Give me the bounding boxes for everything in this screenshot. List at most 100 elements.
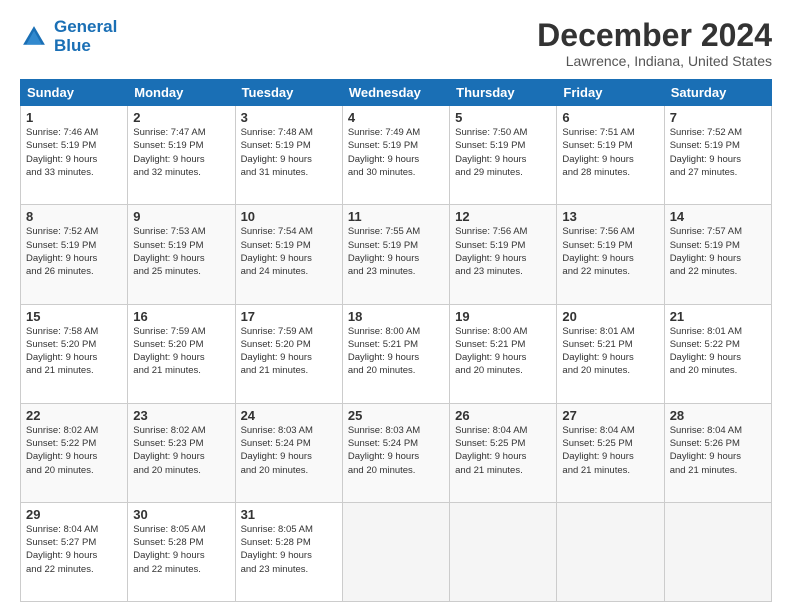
calendar-cell: 19Sunrise: 8:00 AM Sunset: 5:21 PM Dayli… <box>450 304 557 403</box>
day-number: 13 <box>562 209 658 224</box>
day-number: 15 <box>26 309 122 324</box>
day-number: 6 <box>562 110 658 125</box>
day-info: Sunrise: 7:53 AM Sunset: 5:19 PM Dayligh… <box>133 225 229 278</box>
calendar-cell: 22Sunrise: 8:02 AM Sunset: 5:22 PM Dayli… <box>21 403 128 502</box>
day-number: 4 <box>348 110 444 125</box>
day-number: 1 <box>26 110 122 125</box>
day-info: Sunrise: 8:04 AM Sunset: 5:27 PM Dayligh… <box>26 523 122 576</box>
day-info: Sunrise: 8:01 AM Sunset: 5:21 PM Dayligh… <box>562 325 658 378</box>
calendar-cell: 27Sunrise: 8:04 AM Sunset: 5:25 PM Dayli… <box>557 403 664 502</box>
calendar-cell: 6Sunrise: 7:51 AM Sunset: 5:19 PM Daylig… <box>557 106 664 205</box>
day-number: 26 <box>455 408 551 423</box>
day-info: Sunrise: 8:04 AM Sunset: 5:26 PM Dayligh… <box>670 424 766 477</box>
header: General Blue December 2024 Lawrence, Ind… <box>20 18 772 69</box>
title-block: December 2024 Lawrence, Indiana, United … <box>537 18 772 69</box>
day-info: Sunrise: 7:46 AM Sunset: 5:19 PM Dayligh… <box>26 126 122 179</box>
day-info: Sunrise: 7:58 AM Sunset: 5:20 PM Dayligh… <box>26 325 122 378</box>
calendar-table: SundayMondayTuesdayWednesdayThursdayFrid… <box>20 79 772 602</box>
calendar-cell <box>557 502 664 601</box>
day-info: Sunrise: 7:56 AM Sunset: 5:19 PM Dayligh… <box>455 225 551 278</box>
day-info: Sunrise: 7:59 AM Sunset: 5:20 PM Dayligh… <box>133 325 229 378</box>
calendar-cell: 2Sunrise: 7:47 AM Sunset: 5:19 PM Daylig… <box>128 106 235 205</box>
day-number: 18 <box>348 309 444 324</box>
calendar-cell: 31Sunrise: 8:05 AM Sunset: 5:28 PM Dayli… <box>235 502 342 601</box>
calendar-cell: 28Sunrise: 8:04 AM Sunset: 5:26 PM Dayli… <box>664 403 771 502</box>
calendar-header-cell: Sunday <box>21 80 128 106</box>
day-info: Sunrise: 7:49 AM Sunset: 5:19 PM Dayligh… <box>348 126 444 179</box>
day-number: 19 <box>455 309 551 324</box>
calendar-cell: 21Sunrise: 8:01 AM Sunset: 5:22 PM Dayli… <box>664 304 771 403</box>
logo: General Blue <box>20 18 117 55</box>
calendar-cell: 30Sunrise: 8:05 AM Sunset: 5:28 PM Dayli… <box>128 502 235 601</box>
day-number: 31 <box>241 507 337 522</box>
day-number: 14 <box>670 209 766 224</box>
calendar-cell: 26Sunrise: 8:04 AM Sunset: 5:25 PM Dayli… <box>450 403 557 502</box>
calendar-cell: 1Sunrise: 7:46 AM Sunset: 5:19 PM Daylig… <box>21 106 128 205</box>
calendar-header-cell: Thursday <box>450 80 557 106</box>
calendar-cell: 14Sunrise: 7:57 AM Sunset: 5:19 PM Dayli… <box>664 205 771 304</box>
day-info: Sunrise: 8:03 AM Sunset: 5:24 PM Dayligh… <box>348 424 444 477</box>
day-number: 5 <box>455 110 551 125</box>
calendar-row: 22Sunrise: 8:02 AM Sunset: 5:22 PM Dayli… <box>21 403 772 502</box>
calendar-cell: 29Sunrise: 8:04 AM Sunset: 5:27 PM Dayli… <box>21 502 128 601</box>
calendar-header-cell: Wednesday <box>342 80 449 106</box>
calendar-cell: 7Sunrise: 7:52 AM Sunset: 5:19 PM Daylig… <box>664 106 771 205</box>
calendar-body: 1Sunrise: 7:46 AM Sunset: 5:19 PM Daylig… <box>21 106 772 602</box>
day-info: Sunrise: 8:01 AM Sunset: 5:22 PM Dayligh… <box>670 325 766 378</box>
day-info: Sunrise: 8:00 AM Sunset: 5:21 PM Dayligh… <box>348 325 444 378</box>
day-number: 9 <box>133 209 229 224</box>
calendar-cell <box>342 502 449 601</box>
day-info: Sunrise: 7:59 AM Sunset: 5:20 PM Dayligh… <box>241 325 337 378</box>
day-number: 28 <box>670 408 766 423</box>
day-number: 24 <box>241 408 337 423</box>
calendar-row: 8Sunrise: 7:52 AM Sunset: 5:19 PM Daylig… <box>21 205 772 304</box>
day-info: Sunrise: 7:56 AM Sunset: 5:19 PM Dayligh… <box>562 225 658 278</box>
calendar-cell: 24Sunrise: 8:03 AM Sunset: 5:24 PM Dayli… <box>235 403 342 502</box>
logo-text: General Blue <box>54 18 117 55</box>
calendar-cell: 23Sunrise: 8:02 AM Sunset: 5:23 PM Dayli… <box>128 403 235 502</box>
calendar-cell: 3Sunrise: 7:48 AM Sunset: 5:19 PM Daylig… <box>235 106 342 205</box>
calendar-row: 1Sunrise: 7:46 AM Sunset: 5:19 PM Daylig… <box>21 106 772 205</box>
page: General Blue December 2024 Lawrence, Ind… <box>0 0 792 612</box>
calendar-header-cell: Friday <box>557 80 664 106</box>
main-title: December 2024 <box>537 18 772 53</box>
calendar-cell: 25Sunrise: 8:03 AM Sunset: 5:24 PM Dayli… <box>342 403 449 502</box>
logo-line1: General <box>54 17 117 36</box>
calendar-cell: 10Sunrise: 7:54 AM Sunset: 5:19 PM Dayli… <box>235 205 342 304</box>
calendar-cell: 20Sunrise: 8:01 AM Sunset: 5:21 PM Dayli… <box>557 304 664 403</box>
calendar-cell: 5Sunrise: 7:50 AM Sunset: 5:19 PM Daylig… <box>450 106 557 205</box>
calendar-header-cell: Tuesday <box>235 80 342 106</box>
calendar-cell: 17Sunrise: 7:59 AM Sunset: 5:20 PM Dayli… <box>235 304 342 403</box>
day-info: Sunrise: 7:55 AM Sunset: 5:19 PM Dayligh… <box>348 225 444 278</box>
day-number: 11 <box>348 209 444 224</box>
day-number: 2 <box>133 110 229 125</box>
calendar-cell: 9Sunrise: 7:53 AM Sunset: 5:19 PM Daylig… <box>128 205 235 304</box>
day-info: Sunrise: 7:54 AM Sunset: 5:19 PM Dayligh… <box>241 225 337 278</box>
calendar-cell: 11Sunrise: 7:55 AM Sunset: 5:19 PM Dayli… <box>342 205 449 304</box>
day-info: Sunrise: 7:57 AM Sunset: 5:19 PM Dayligh… <box>670 225 766 278</box>
calendar-header-cell: Monday <box>128 80 235 106</box>
day-number: 10 <box>241 209 337 224</box>
day-info: Sunrise: 7:47 AM Sunset: 5:19 PM Dayligh… <box>133 126 229 179</box>
calendar-cell <box>450 502 557 601</box>
day-info: Sunrise: 7:52 AM Sunset: 5:19 PM Dayligh… <box>26 225 122 278</box>
day-number: 3 <box>241 110 337 125</box>
day-number: 30 <box>133 507 229 522</box>
subtitle: Lawrence, Indiana, United States <box>537 53 772 69</box>
day-number: 20 <box>562 309 658 324</box>
day-number: 8 <box>26 209 122 224</box>
calendar-cell: 15Sunrise: 7:58 AM Sunset: 5:20 PM Dayli… <box>21 304 128 403</box>
day-info: Sunrise: 8:05 AM Sunset: 5:28 PM Dayligh… <box>241 523 337 576</box>
day-info: Sunrise: 8:03 AM Sunset: 5:24 PM Dayligh… <box>241 424 337 477</box>
calendar-cell <box>664 502 771 601</box>
calendar-cell: 16Sunrise: 7:59 AM Sunset: 5:20 PM Dayli… <box>128 304 235 403</box>
day-number: 23 <box>133 408 229 423</box>
day-info: Sunrise: 8:05 AM Sunset: 5:28 PM Dayligh… <box>133 523 229 576</box>
day-info: Sunrise: 7:51 AM Sunset: 5:19 PM Dayligh… <box>562 126 658 179</box>
calendar-cell: 18Sunrise: 8:00 AM Sunset: 5:21 PM Dayli… <box>342 304 449 403</box>
calendar-header-row: SundayMondayTuesdayWednesdayThursdayFrid… <box>21 80 772 106</box>
logo-line2: Blue <box>54 36 91 55</box>
calendar-row: 29Sunrise: 8:04 AM Sunset: 5:27 PM Dayli… <box>21 502 772 601</box>
day-number: 29 <box>26 507 122 522</box>
day-number: 21 <box>670 309 766 324</box>
